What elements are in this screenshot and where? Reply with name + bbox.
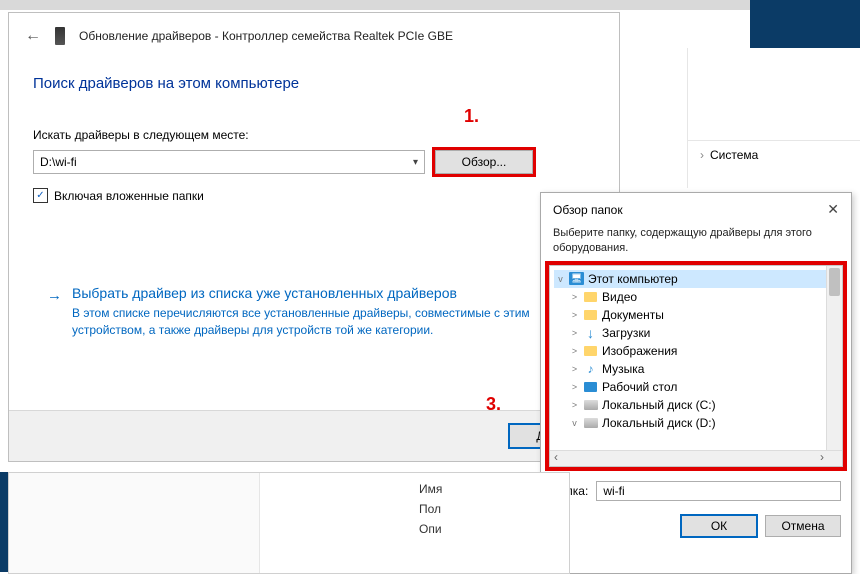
bl-l1: Имя	[419, 479, 442, 499]
bg-strip	[0, 0, 860, 10]
expander-icon[interactable]: >	[570, 292, 579, 302]
cancel-button[interactable]: Отмена	[765, 515, 841, 537]
expander-icon[interactable]: >	[570, 328, 579, 338]
tree-item-this-pc[interactable]: v 🖥 Этот компьютер	[554, 270, 840, 288]
ok-button[interactable]: ОК	[681, 515, 757, 537]
driver-update-wizard: ← Обновление драйверов - Контроллер семе…	[8, 12, 620, 462]
path-value: D:\wi-fi	[40, 155, 77, 169]
bl-l2: Пол	[419, 499, 442, 519]
pc-icon: 🖥	[569, 272, 584, 285]
close-icon[interactable]: ✕	[827, 201, 839, 218]
wizard-footer: Далее	[9, 410, 619, 461]
browse-folders-dialog: Обзор папок ✕ Выберите папку, содержащую…	[540, 192, 852, 574]
dialog-buttons: ОК Отмена	[541, 501, 851, 537]
bg-dark-left	[0, 472, 8, 572]
system-sep	[688, 140, 860, 141]
disk-icon	[583, 398, 598, 411]
annotation-3: 3.	[486, 394, 501, 415]
music-icon: ♪	[583, 362, 598, 375]
bg-dark-top	[750, 0, 860, 48]
expander-icon[interactable]: >	[570, 400, 579, 410]
tree-label: Рабочий стол	[602, 380, 677, 394]
tree-item-disk-d[interactable]: v Локальный диск (D:)	[554, 414, 840, 432]
bl-labels: Имя Пол Опи	[419, 479, 442, 539]
chevron-right-icon: ›	[700, 148, 704, 162]
tree-label: Этот компьютер	[588, 272, 678, 286]
wizard-header: ← Обновление драйверов - Контроллер семе…	[9, 13, 619, 53]
expander-icon[interactable]: >	[570, 346, 579, 356]
dialog-titlebar: Обзор папок ✕	[541, 193, 851, 226]
folder-icon	[583, 308, 598, 321]
system-panel	[687, 48, 860, 188]
choose-driver-link[interactable]: → Выбрать драйвер из списка уже установл…	[9, 203, 619, 339]
tree-item-desktop[interactable]: > Рабочий стол	[554, 378, 840, 396]
expander-icon[interactable]: v	[570, 418, 579, 428]
choose-driver-desc: В этом списке перечисляются все установл…	[72, 301, 589, 339]
expander-icon[interactable]: >	[570, 382, 579, 392]
expander-icon[interactable]: >	[570, 364, 579, 374]
tree-item-disk-c[interactable]: > Локальный диск (C:)	[554, 396, 840, 414]
system-label: Система	[710, 148, 758, 162]
expander-icon[interactable]: >	[570, 310, 579, 320]
tree-label: Изображения	[602, 344, 677, 358]
tree-label: Локальный диск (C:)	[602, 398, 716, 412]
tree-item-music[interactable]: > ♪ Музыка	[554, 360, 840, 378]
download-icon: ↓	[583, 326, 598, 339]
tree-item-pictures[interactable]: > Изображения	[554, 342, 840, 360]
bl-side	[9, 473, 260, 573]
include-subfolders-row: ✓ Включая вложенные папки	[9, 174, 619, 203]
folder-tree: v 🖥 Этот компьютер > Видео > Документы >…	[549, 265, 843, 467]
tree-label: Локальный диск (D:)	[602, 416, 716, 430]
browse-button[interactable]: Обзор...	[435, 150, 533, 174]
system-breadcrumb[interactable]: › Система	[700, 148, 860, 162]
folder-input[interactable]	[596, 481, 841, 501]
bottom-left-panel: Имя Пол Опи	[8, 472, 570, 574]
arrow-right-icon: →	[47, 285, 62, 304]
bl-l3: Опи	[419, 519, 442, 539]
tree-item-downloads[interactable]: > ↓ Загрузки	[554, 324, 840, 342]
search-location-label: Искать драйверы в следующем месте:	[9, 92, 619, 142]
desktop-icon	[583, 380, 598, 393]
section-title: Поиск драйверов на этом компьютере	[9, 53, 619, 92]
tree-item-documents[interactable]: > Документы	[554, 306, 840, 324]
scrollbar-vertical[interactable]	[826, 266, 842, 451]
folder-input-row: Папка:	[541, 467, 851, 501]
tree-label: Документы	[602, 308, 664, 322]
include-subfolders-checkbox[interactable]: ✓	[33, 188, 48, 203]
wizard-title: Обновление драйверов - Контроллер семейс…	[79, 29, 453, 43]
annotation-1: 1.	[464, 106, 479, 127]
path-combobox[interactable]: D:\wi-fi ▾	[33, 150, 425, 174]
tree-label: Музыка	[602, 362, 644, 376]
disk-icon	[583, 416, 598, 429]
device-icon	[55, 27, 65, 45]
tree-label: Видео	[602, 290, 637, 304]
chevron-down-icon[interactable]: ▾	[413, 157, 418, 168]
dialog-title: Обзор папок	[553, 203, 623, 217]
folder-icon	[583, 344, 598, 357]
tree-label: Загрузки	[602, 326, 650, 340]
scrollbar-horizontal[interactable]	[550, 450, 842, 466]
choose-driver-title: Выбрать драйвер из списка уже установлен…	[72, 285, 589, 301]
folder-icon	[583, 290, 598, 303]
include-subfolders-label: Включая вложенные папки	[54, 189, 204, 203]
tree-item-video[interactable]: > Видео	[554, 288, 840, 306]
back-arrow-icon[interactable]: ←	[25, 27, 41, 45]
expander-icon[interactable]: v	[556, 274, 565, 284]
dialog-description: Выберите папку, содержащую драйверы для …	[541, 226, 851, 265]
path-row: D:\wi-fi ▾ Обзор...	[9, 142, 619, 174]
